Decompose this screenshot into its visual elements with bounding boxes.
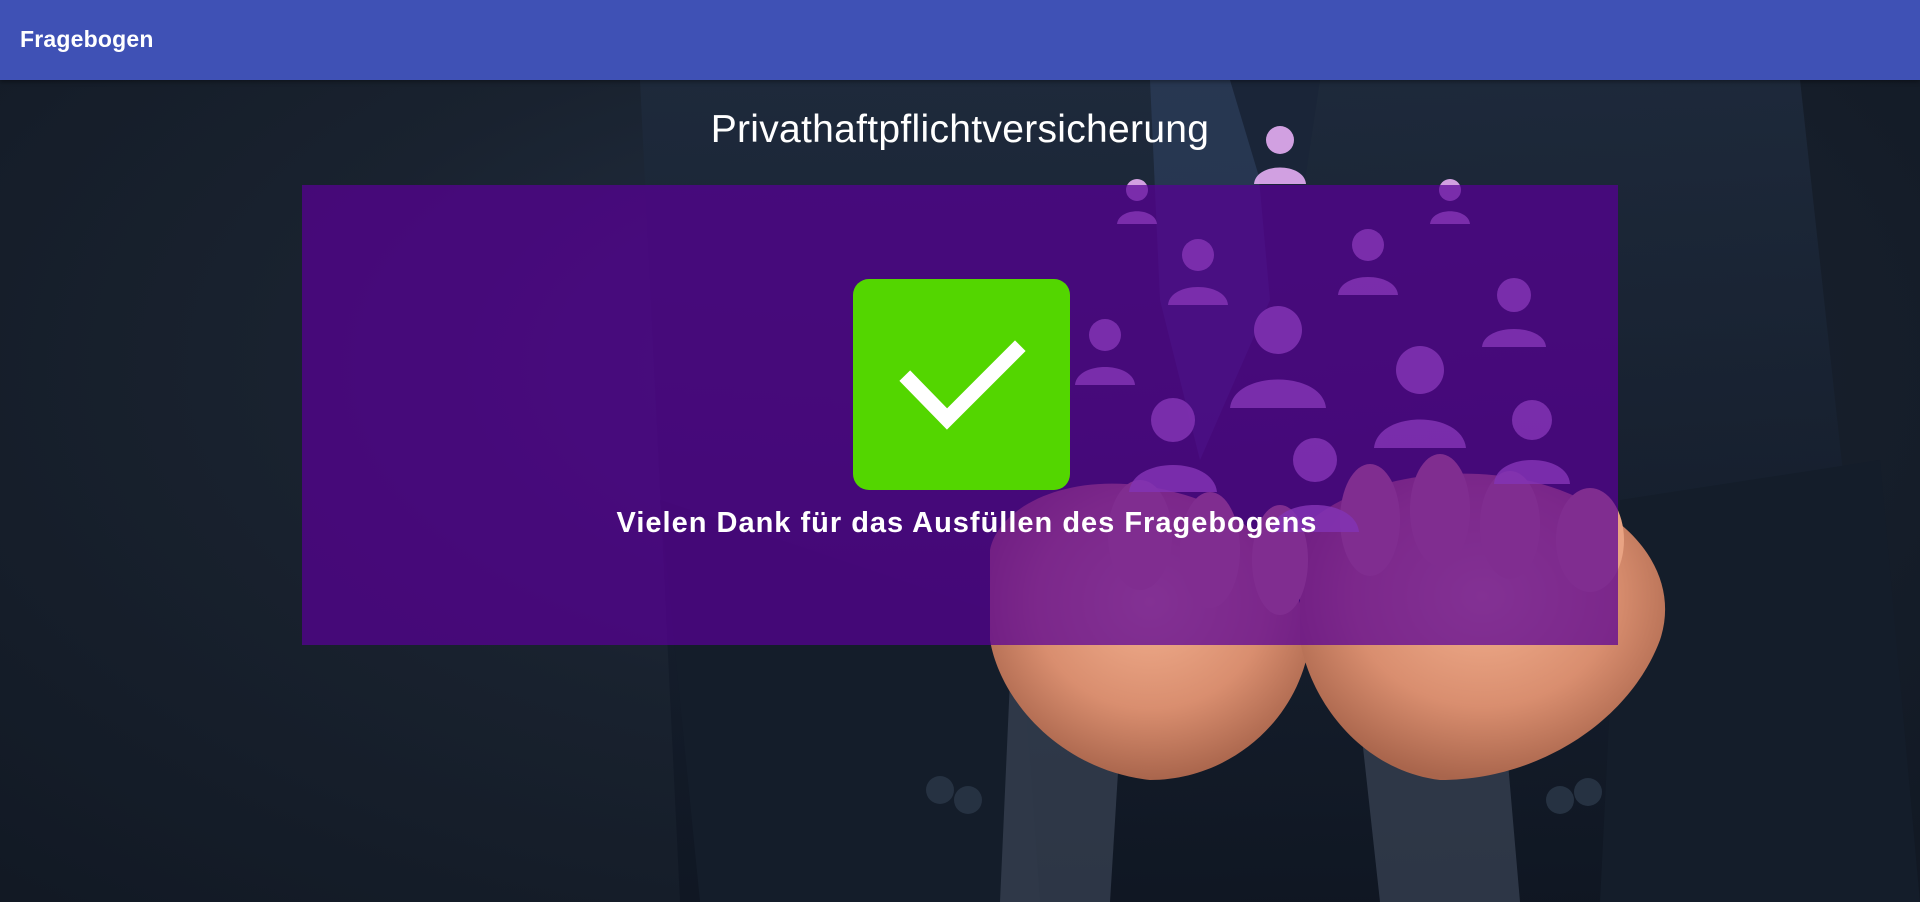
app-bar: Fragebogen xyxy=(0,0,1920,80)
confirmation-panel: Vielen Dank für das Ausfüllen des Frageb… xyxy=(302,185,1618,645)
check-icon xyxy=(899,340,1026,430)
success-badge xyxy=(853,279,1070,490)
app-title: Fragebogen xyxy=(20,26,154,52)
thank-you-message: Vielen Dank für das Ausfüllen des Frageb… xyxy=(616,507,1318,539)
page-title: Privathaftpflichtversicherung xyxy=(710,108,1210,151)
